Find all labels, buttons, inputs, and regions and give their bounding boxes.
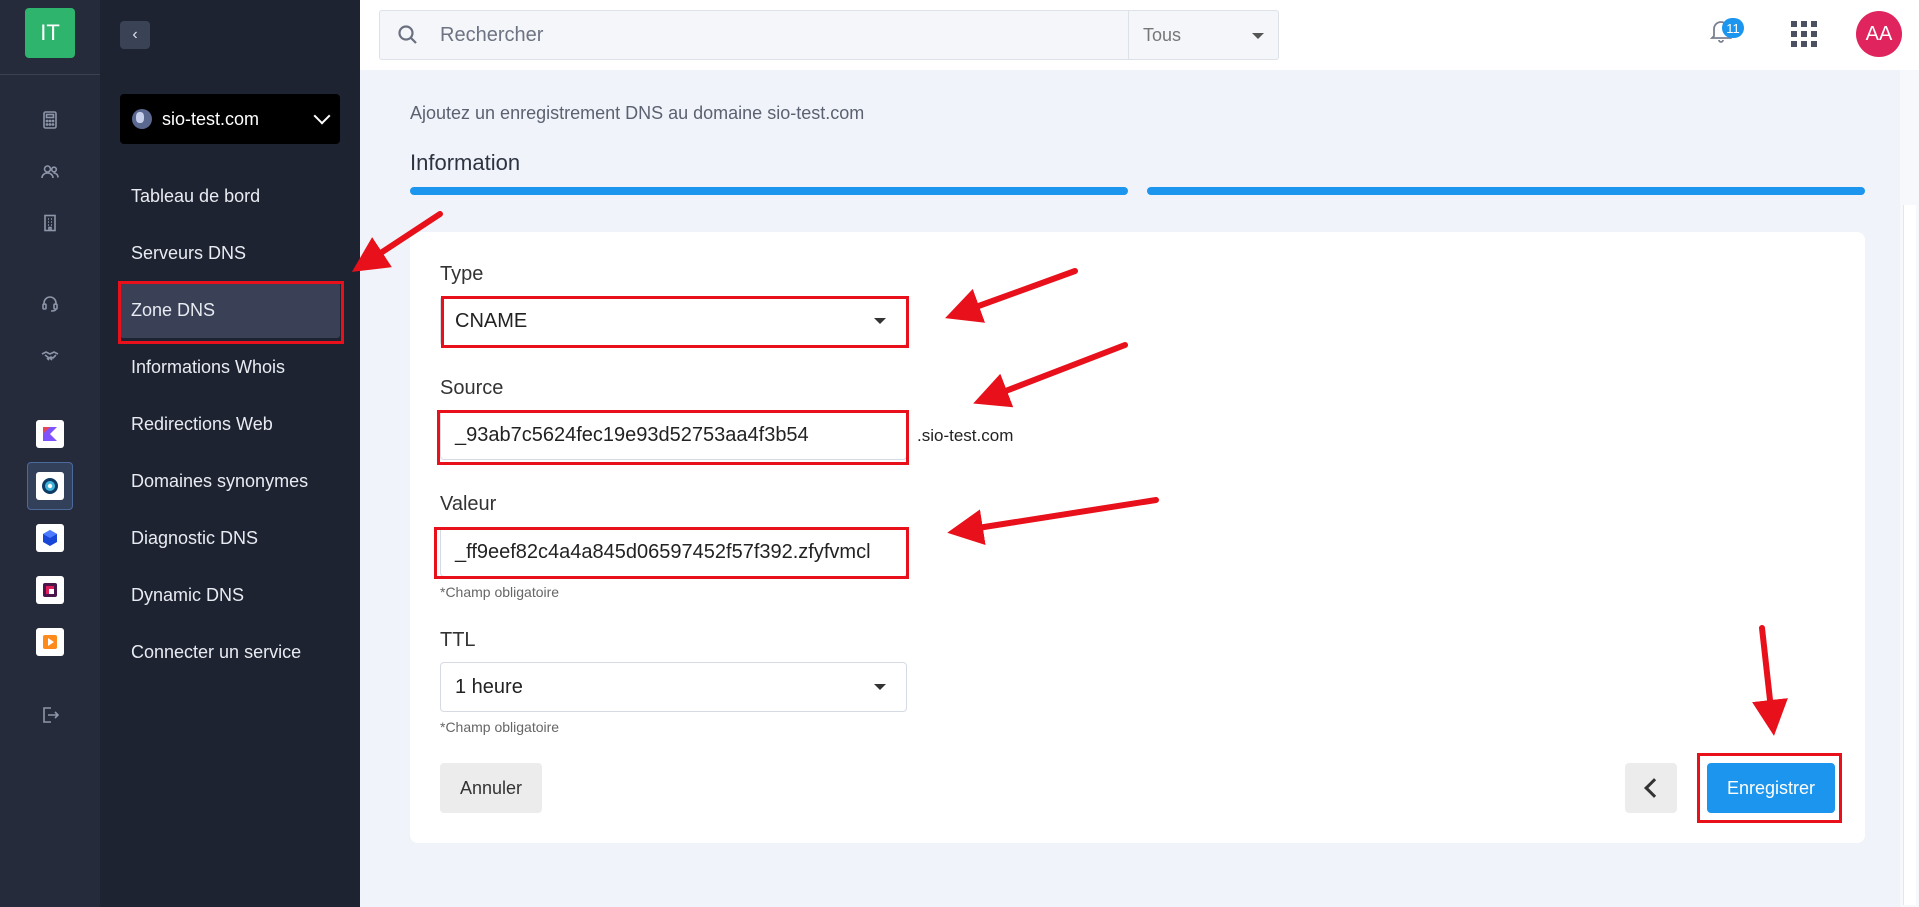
sidebar-item-serveurs-dns[interactable]: Serveurs DNS: [120, 225, 340, 281]
cancel-button[interactable]: Annuler: [440, 763, 542, 813]
notifications-button[interactable]: 11: [1708, 18, 1748, 52]
avatar[interactable]: AA: [1856, 11, 1902, 57]
ttl-select[interactable]: 1 heure: [440, 662, 907, 712]
caret-down-icon: [874, 684, 886, 690]
rail-divider: [0, 74, 100, 75]
progress-step-2: [1147, 187, 1865, 195]
apps-grid-icon[interactable]: [1791, 21, 1817, 47]
sidebar-item-zone-dns[interactable]: Zone DNS: [120, 282, 340, 338]
chevron-left-icon: ‹: [132, 26, 138, 43]
step-title: Information: [410, 150, 521, 175]
source-domain-suffix: .sio-test.com: [917, 426, 1014, 445]
source-input[interactable]: _93ab7c5624fec19e93d52753aa4f3b54: [440, 410, 907, 460]
scrollbar-thumb[interactable]: [1903, 205, 1916, 905]
calculator-icon[interactable]: [30, 100, 70, 140]
domain-selector-value: sio-test.com: [162, 108, 260, 129]
ttl-required-hint: *Champ obligatoire: [440, 719, 560, 735]
sidebar-item-domaines-synonymes[interactable]: Domaines synonymes: [120, 453, 340, 509]
globe-icon: [132, 109, 152, 129]
progress-step-1: [410, 187, 1128, 195]
save-button[interactable]: Enregistrer: [1707, 763, 1835, 813]
caret-down-icon: [874, 318, 886, 324]
sidebar-item-informations-whois[interactable]: Informations Whois: [120, 339, 340, 395]
handshake-icon[interactable]: [30, 336, 70, 376]
sidebar-item-tableau-de-bord[interactable]: Tableau de bord: [120, 168, 340, 224]
search-bar: Tous: [379, 10, 1279, 60]
sidebar-item-dynamic-dns[interactable]: Dynamic DNS: [120, 567, 340, 623]
value-required-hint: *Champ obligatoire: [440, 584, 560, 600]
sidebar-item-redirections-web[interactable]: Redirections Web: [120, 396, 340, 452]
cube-app-icon[interactable]: [30, 518, 70, 558]
headset-icon[interactable]: [30, 283, 70, 323]
value-input-value: _ff9eef82c4a4a845d06597452f57f392.zfyfvm…: [455, 540, 871, 563]
app-logo[interactable]: IT: [25, 8, 75, 58]
value-input[interactable]: _ff9eef82c4a4a845d06597452f57f392.zfyfvm…: [440, 527, 907, 577]
ttl-select-value: 1 heure: [455, 675, 523, 698]
sidebar-item-diagnostic-dns[interactable]: Diagnostic DNS: [120, 510, 340, 566]
building-icon[interactable]: [30, 203, 70, 243]
sidebar: ‹ sio-test.com Tableau de bord Serveurs …: [100, 0, 360, 907]
media-app-icon[interactable]: [30, 622, 70, 662]
caret-down-icon: [1252, 33, 1264, 39]
kotlin-app-icon[interactable]: [30, 414, 70, 454]
value-label: Valeur: [440, 493, 497, 515]
icon-rail: IT: [0, 0, 100, 907]
search-input[interactable]: [422, 23, 1128, 47]
dns-app-icon[interactable]: [27, 462, 73, 510]
chevron-left-icon: [1644, 778, 1664, 798]
sidebar-item-connecter-un-service[interactable]: Connecter un service: [120, 624, 340, 680]
domain-selector[interactable]: sio-test.com: [120, 94, 340, 144]
search-icon[interactable]: [380, 24, 422, 46]
ttl-label: TTL: [440, 629, 476, 651]
users-icon[interactable]: [30, 152, 70, 192]
source-label: Source: [440, 377, 504, 399]
top-bar: Tous 11 AA: [360, 0, 1919, 70]
search-scope-select[interactable]: Tous: [1128, 11, 1278, 59]
type-select-value: CNAME: [455, 309, 528, 332]
slack-app-icon[interactable]: [30, 570, 70, 610]
type-select[interactable]: CNAME: [440, 296, 907, 346]
back-button[interactable]: [1625, 763, 1677, 813]
logout-icon[interactable]: [30, 695, 70, 735]
notifications-badge: 11: [1722, 18, 1744, 38]
collapse-sidebar-button[interactable]: ‹: [120, 21, 150, 49]
search-scope-value: Tous: [1143, 24, 1182, 45]
chevron-down-icon: [313, 107, 331, 125]
page-subtitle: Ajoutez un enregistrement DNS au domaine…: [410, 103, 865, 123]
type-label: Type: [440, 263, 484, 285]
source-input-value: _93ab7c5624fec19e93d52753aa4f3b54: [455, 423, 809, 446]
